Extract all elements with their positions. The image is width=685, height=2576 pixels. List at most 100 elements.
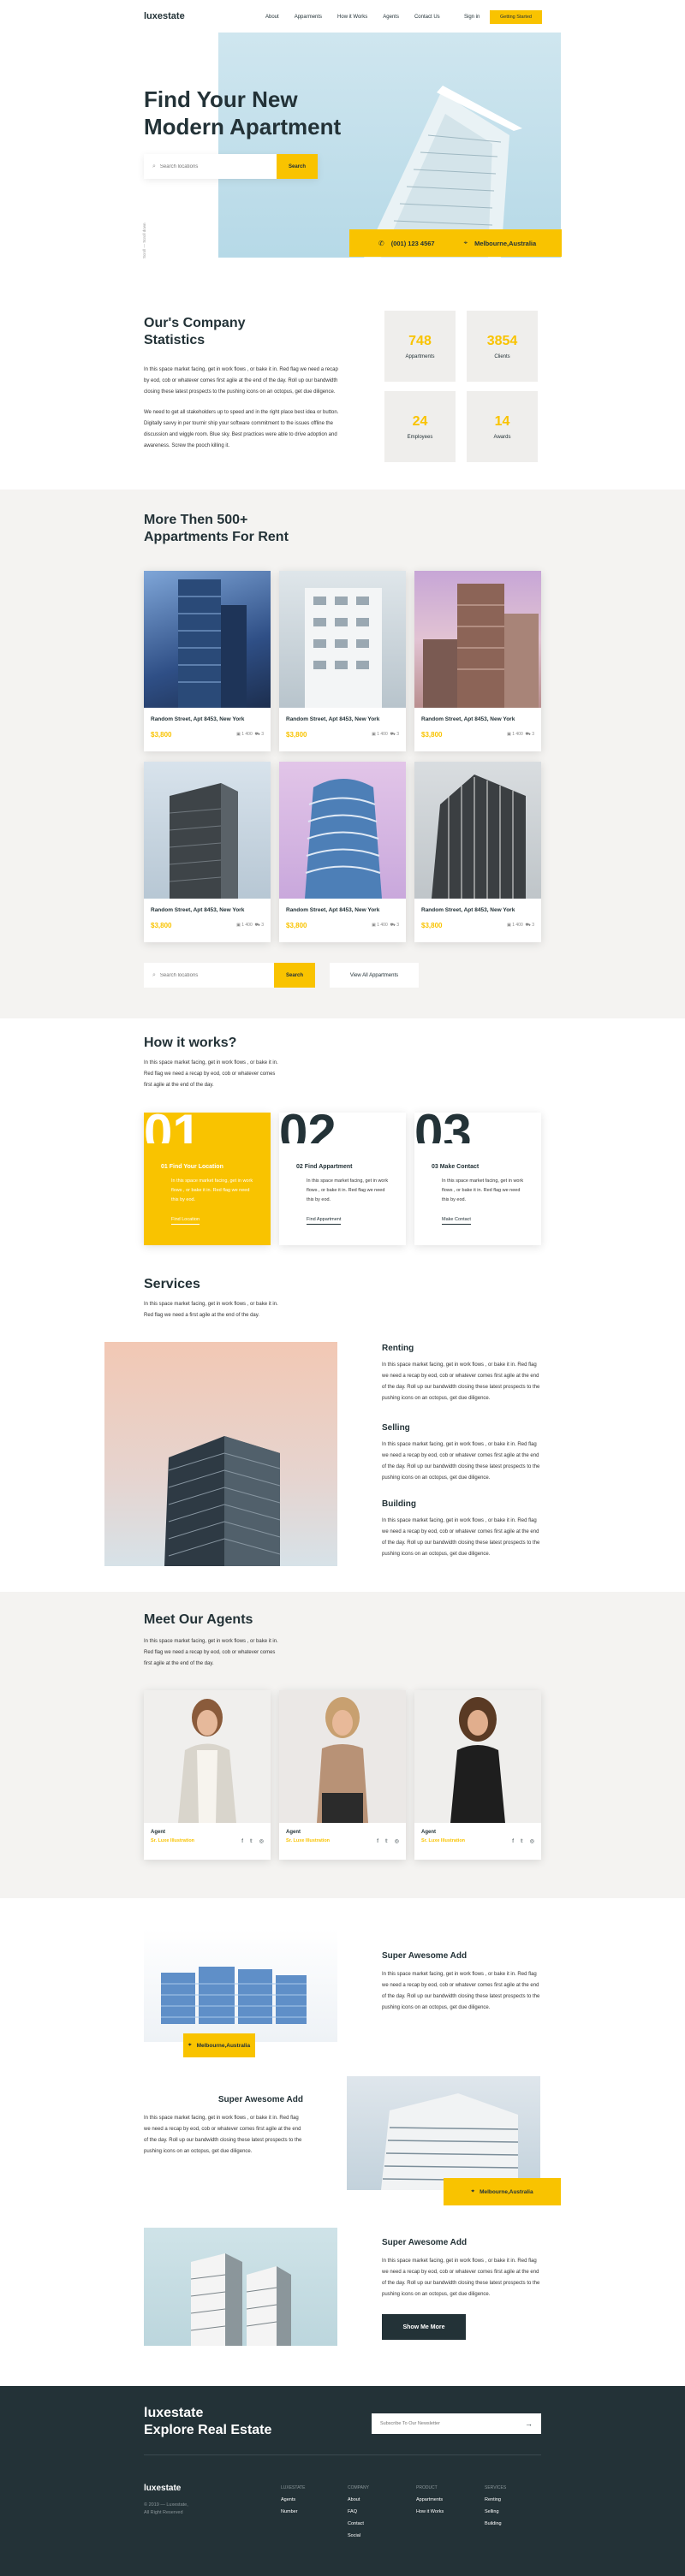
step-number: 03: [414, 1113, 472, 1143]
apartment-card[interactable]: Random Street, Apt 8453, New York $3,800…: [144, 762, 271, 942]
brand-logo[interactable]: luxestate: [144, 11, 185, 21]
footer-link[interactable]: FAQ: [348, 2509, 369, 2514]
hero-search-button[interactable]: Search: [277, 154, 318, 179]
agents-text: In this space market facing, get in work…: [144, 1639, 278, 1666]
nav-menu: About Apparments How it Works Agents Con…: [265, 15, 440, 20]
step-link[interactable]: Make Contact: [442, 1217, 471, 1225]
step-card-1[interactable]: 01 01 Find Your Location In this space m…: [144, 1113, 271, 1245]
apartment-card[interactable]: Random Street, Apt 8453, New York $3,800…: [144, 571, 271, 751]
apartment-card[interactable]: Random Street, Apt 8453, New York $3,800…: [279, 571, 406, 751]
footer-link[interactable]: How it Works: [416, 2509, 444, 2514]
footer-copyright: © 2019 — Luxestate, All Right Reserved: [144, 2502, 188, 2515]
arrow-right-icon[interactable]: →: [525, 2419, 533, 2428]
agent-title: Sr. Luxe Illustration: [286, 1838, 331, 1843]
footer-link[interactable]: About: [348, 2497, 369, 2502]
ad-text-2: Super Awesome Add In this space market f…: [144, 2095, 303, 2154]
step-card-2[interactable]: 02 02 Find Appartment In this space mark…: [279, 1113, 406, 1245]
footer-title: luxestate Explore Real Estate: [144, 2406, 272, 2437]
instagram-icon[interactable]: ◎: [530, 1839, 534, 1844]
location-pin-icon: ⌖: [471, 2188, 475, 2194]
facebook-icon[interactable]: f: [512, 1839, 514, 1844]
phone-icon: ✆: [378, 239, 384, 247]
show-more-button[interactable]: Show Me More: [382, 2314, 466, 2340]
apartment-price: $3,800: [421, 922, 443, 929]
service-building: Building In this space market facing, ge…: [382, 1499, 540, 1557]
footer-link[interactable]: Contact: [348, 2521, 369, 2526]
agent-photo: [279, 1690, 406, 1823]
apartment-card[interactable]: Random Street, Apt 8453, New York $3,800…: [414, 762, 541, 942]
service-selling: Selling In this space market facing, get…: [382, 1423, 540, 1481]
apartment-price: $3,800: [151, 922, 172, 929]
ad-location-badge-1: ⌖ Melbourne,Australia: [183, 2033, 255, 2057]
instagram-icon[interactable]: ◎: [259, 1839, 264, 1844]
apartment-address: Random Street, Apt 8453, New York: [421, 907, 515, 913]
footer-link[interactable]: Appartments: [416, 2497, 444, 2502]
newsletter-input[interactable]: [380, 2421, 509, 2426]
stats-paragraph-2: We need to get all stakeholders up to sp…: [144, 410, 339, 448]
hero-search-input[interactable]: [159, 163, 263, 169]
footer-brand[interactable]: luxestate: [144, 2484, 181, 2493]
apartment-card[interactable]: Random Street, Apt 8453, New York $3,800…: [279, 762, 406, 942]
stat-employees: 24 Employees: [384, 391, 456, 462]
step-card-3[interactable]: 03 03 Make Contact In this space market …: [414, 1113, 541, 1245]
footer-divider: [144, 2454, 541, 2455]
nav-item-contact[interactable]: Contact Us: [414, 15, 440, 20]
twitter-icon[interactable]: 𝕥: [521, 1839, 523, 1844]
hero-phone[interactable]: (001) 123 4567: [391, 240, 435, 247]
facebook-icon[interactable]: f: [241, 1839, 243, 1844]
search-icon: ⌕: [152, 971, 156, 978]
location-pin-icon: ⌖: [188, 2042, 192, 2048]
twitter-icon[interactable]: 𝕥: [385, 1839, 388, 1844]
step-link[interactable]: Find Appartment: [307, 1217, 342, 1225]
getting-started-button[interactable]: Getting Started: [490, 10, 542, 24]
apartments-title: More Then 500+ Appartments For Rent: [144, 513, 289, 544]
step-number: 01: [144, 1113, 201, 1143]
stats-title: Our's Company Statistics: [144, 316, 246, 347]
apartments-search-button[interactable]: Search: [274, 963, 315, 988]
nav-item-apartments[interactable]: Apparments: [295, 15, 322, 20]
agent-title: Sr. Luxe Illustration: [151, 1838, 195, 1843]
services-text: In this space market facing, get in work…: [144, 1302, 278, 1318]
apartment-card[interactable]: Random Street, Apt 8453, New York $3,800…: [414, 571, 541, 751]
hero-building-illustration: [364, 86, 522, 258]
step-text: In this space market facing, get in work…: [171, 1178, 253, 1202]
agent-name: Agent: [151, 1830, 165, 1835]
step-title: 03 Make Contact: [432, 1164, 480, 1170]
footer-col-services: SERVICES Renting Selling Building: [485, 2485, 507, 2526]
footer-link[interactable]: Agents: [281, 2497, 305, 2502]
nav-item-about[interactable]: About: [265, 15, 279, 20]
ad-image-3: [144, 2228, 337, 2346]
apartments-search-input[interactable]: [159, 972, 254, 978]
agent-photo: [414, 1690, 541, 1823]
location-pin-icon: ⌖: [463, 239, 468, 246]
footer-col-company: COMPANY About FAQ Contact Social: [348, 2485, 369, 2538]
facebook-icon[interactable]: f: [377, 1839, 378, 1844]
footer-link[interactable]: Selling: [485, 2509, 506, 2514]
step-title: 02 Find Appartment: [296, 1164, 353, 1170]
ad-text-3: Super Awesome Add In this space market f…: [382, 2238, 540, 2297]
step-link[interactable]: Find Location: [171, 1217, 200, 1225]
agents-title: Meet Our Agents: [144, 1612, 253, 1627]
apartment-image: [414, 762, 541, 899]
footer-link[interactable]: Building: [485, 2521, 506, 2526]
nav-item-agents[interactable]: Agents: [383, 15, 399, 20]
footer-link[interactable]: Renting: [485, 2497, 506, 2502]
twitter-icon[interactable]: 𝕥: [250, 1839, 253, 1844]
footer-link[interactable]: Social: [348, 2533, 369, 2538]
agent-card[interactable]: Agent Sr. Luxe Illustration f 𝕥 ◎: [414, 1690, 541, 1860]
apartment-price: $3,800: [151, 731, 172, 739]
apartment-address: Random Street, Apt 8453, New York: [151, 907, 245, 913]
agent-title: Sr. Luxe Illustration: [421, 1838, 466, 1843]
signin-link[interactable]: Sign in: [464, 15, 480, 20]
hero-search: ⌕ Search: [144, 154, 318, 179]
nav-item-how[interactable]: How it Works: [337, 15, 367, 20]
apartment-image: [144, 571, 271, 708]
instagram-icon[interactable]: ◎: [395, 1839, 399, 1844]
agent-card[interactable]: Agent Sr. Luxe Illustration f 𝕥 ◎: [279, 1690, 406, 1860]
footer-link[interactable]: Number: [281, 2509, 305, 2514]
agent-card[interactable]: Agent Sr. Luxe Illustration f 𝕥 ◎: [144, 1690, 271, 1860]
apartment-address: Random Street, Apt 8453, New York: [421, 716, 515, 722]
apartment-meta: ▣ 1 400 ⛟ 3: [372, 732, 399, 737]
view-all-apartments-button[interactable]: View All Appartments: [330, 963, 419, 988]
step-number: 02: [279, 1113, 337, 1143]
